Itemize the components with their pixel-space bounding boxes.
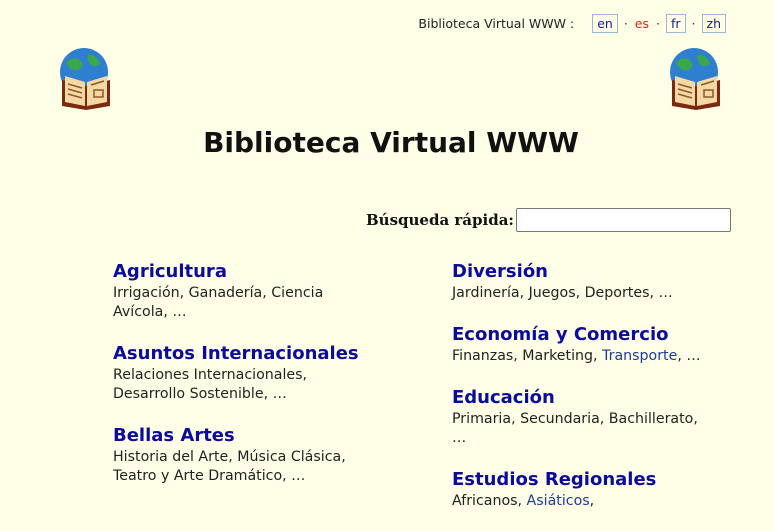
quick-search: Búsqueda rápida: bbox=[366, 208, 731, 232]
lang-fr[interactable]: fr bbox=[665, 14, 686, 33]
category-estudios-regionales: Estudios Regionales Africanos, Asiáticos… bbox=[452, 468, 772, 511]
category-agricultura: Agricultura Irrigación, Ganadería, Cienc… bbox=[113, 260, 433, 322]
page-title: Biblioteca Virtual WWW bbox=[203, 126, 579, 159]
lang-es[interactable]: es bbox=[634, 15, 650, 32]
category-educacion: Educación Primaria, Secundaria, Bachille… bbox=[452, 386, 772, 448]
category-desc: Africanos, Asiáticos, bbox=[452, 493, 595, 509]
category-title[interactable]: Educación bbox=[452, 386, 772, 410]
right-category-column: Diversión Jardinería, Juegos, Deportes, … bbox=[452, 260, 772, 531]
category-title[interactable]: Estudios Regionales bbox=[452, 468, 772, 492]
language-bar: Biblioteca Virtual WWW : en · es · fr · … bbox=[418, 14, 726, 33]
globe-book-icon[interactable] bbox=[664, 46, 728, 110]
category-bellas-artes: Bellas Artes Historia del Arte, Música C… bbox=[113, 424, 433, 486]
link-asiaticos[interactable]: Asiáticos bbox=[527, 493, 590, 509]
link-transporte[interactable]: Transporte bbox=[602, 348, 677, 364]
lang-en[interactable]: en bbox=[592, 14, 618, 33]
category-title[interactable]: Diversión bbox=[452, 260, 772, 284]
globe-book-icon[interactable] bbox=[54, 46, 118, 110]
category-desc: Finanzas, Marketing, Transporte, … bbox=[452, 348, 701, 364]
category-title[interactable]: Economía y Comercio bbox=[452, 323, 772, 347]
left-category-column: Agricultura Irrigación, Ganadería, Cienc… bbox=[113, 260, 433, 506]
category-title[interactable]: Bellas Artes bbox=[113, 424, 433, 448]
category-desc: Jardinería, Juegos, Deportes, … bbox=[452, 285, 673, 301]
category-title[interactable]: Asuntos Internacionales bbox=[113, 342, 433, 366]
search-input[interactable] bbox=[515, 208, 731, 232]
category-diversion: Diversión Jardinería, Juegos, Deportes, … bbox=[452, 260, 772, 303]
search-label: Búsqueda rápida: bbox=[366, 211, 514, 229]
category-desc: Irrigación, Ganadería, Ciencia Avícola, … bbox=[113, 285, 324, 320]
category-desc: Primaria, Secundaria, Bachillerato, … bbox=[452, 411, 698, 446]
site-label: Biblioteca Virtual WWW : bbox=[418, 16, 575, 31]
category-title[interactable]: Agricultura bbox=[113, 260, 433, 284]
category-desc: Historia del Arte, Música Clásica, Teatr… bbox=[113, 449, 346, 484]
category-economia-comercio: Economía y Comercio Finanzas, Marketing,… bbox=[452, 323, 772, 366]
category-asuntos-internacionales: Asuntos Internacionales Relaciones Inter… bbox=[113, 342, 433, 404]
lang-zh[interactable]: zh bbox=[701, 14, 726, 33]
category-desc: Relaciones Internacionales, Desarrollo S… bbox=[113, 367, 308, 402]
